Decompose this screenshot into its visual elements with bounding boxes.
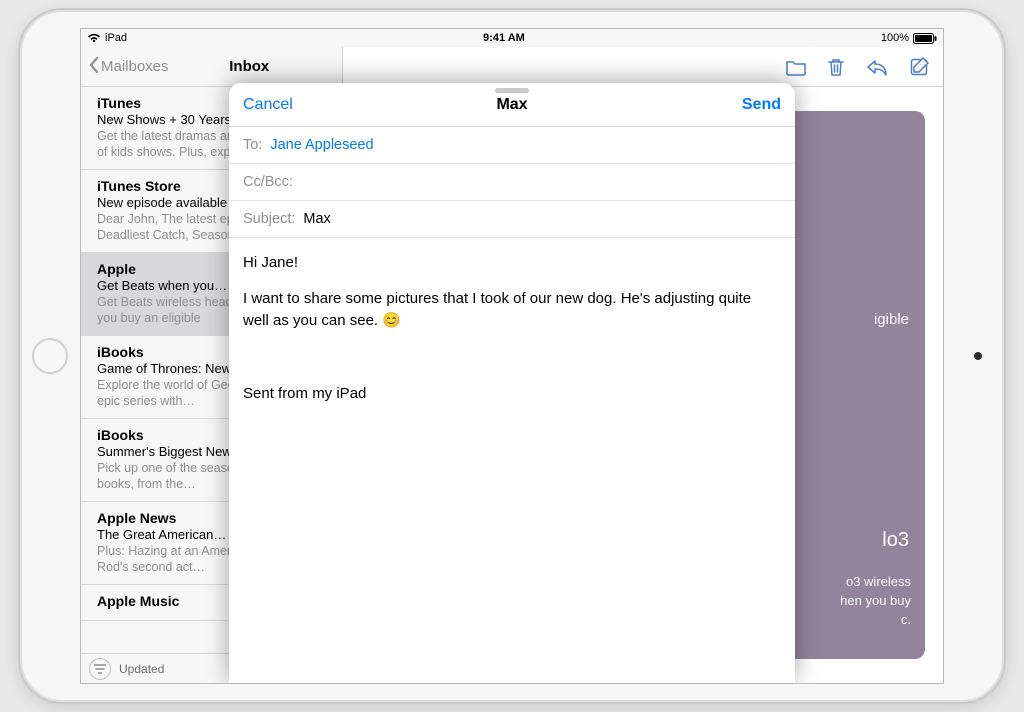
promo-text: igible: [874, 311, 909, 328]
body-line: Hi Jane!: [243, 252, 781, 274]
ipad-bezel: iPad 9:41 AM 100% Mailboxes: [18, 8, 1006, 704]
body-line: I want to share some pictures that I too…: [243, 288, 781, 332]
trash-icon[interactable]: [827, 57, 845, 77]
front-camera: [974, 352, 982, 360]
status-time: 9:41 AM: [483, 32, 525, 44]
promo-desc: o3 wirelesshen you buyc.: [840, 573, 911, 630]
updated-label: Updated: [119, 662, 164, 676]
back-label: Mailboxes: [101, 58, 169, 75]
battery-icon: [913, 33, 937, 44]
ccbcc-label: Cc/Bcc:: [243, 174, 293, 190]
chevron-left-icon: [89, 57, 99, 77]
device-label: iPad: [105, 32, 127, 44]
folder-icon[interactable]: [785, 58, 807, 76]
wifi-icon: [87, 33, 101, 43]
compose-body[interactable]: Hi Jane! I want to share some pictures t…: [229, 238, 795, 683]
subject-label: Subject:: [243, 211, 295, 227]
drag-handle[interactable]: [495, 88, 529, 93]
ccbcc-row[interactable]: Cc/Bcc:: [229, 164, 795, 201]
back-to-mailboxes[interactable]: Mailboxes: [89, 57, 169, 77]
sidebar-header: Mailboxes Inbox: [81, 47, 342, 87]
home-button[interactable]: [32, 338, 68, 374]
recipient-chip[interactable]: Jane Appleseed: [270, 137, 373, 153]
status-bar: iPad 9:41 AM 100%: [81, 29, 943, 47]
compose-title: Max: [229, 96, 795, 114]
sidebar-title: Inbox: [165, 58, 334, 75]
subject-value[interactable]: Max: [303, 211, 330, 227]
battery-percentage: 100%: [881, 32, 909, 44]
promo-title: lo3: [882, 529, 909, 552]
to-row[interactable]: To: Jane Appleseed: [229, 127, 795, 164]
to-label: To:: [243, 137, 262, 153]
screen: iPad 9:41 AM 100% Mailboxes: [80, 28, 944, 684]
filter-button[interactable]: [89, 658, 111, 680]
subject-row[interactable]: Subject: Max: [229, 201, 795, 238]
signature: Sent from my iPad: [243, 383, 781, 405]
send-button[interactable]: Send: [742, 96, 781, 114]
reply-icon[interactable]: [865, 58, 889, 76]
compose-sheet: Cancel Max Send To: Jane Appleseed Cc/Bc…: [229, 83, 795, 683]
compose-header: Cancel Max Send: [229, 83, 795, 127]
cancel-button[interactable]: Cancel: [243, 96, 293, 114]
content-toolbar: [343, 47, 943, 87]
compose-icon[interactable]: [909, 57, 929, 77]
